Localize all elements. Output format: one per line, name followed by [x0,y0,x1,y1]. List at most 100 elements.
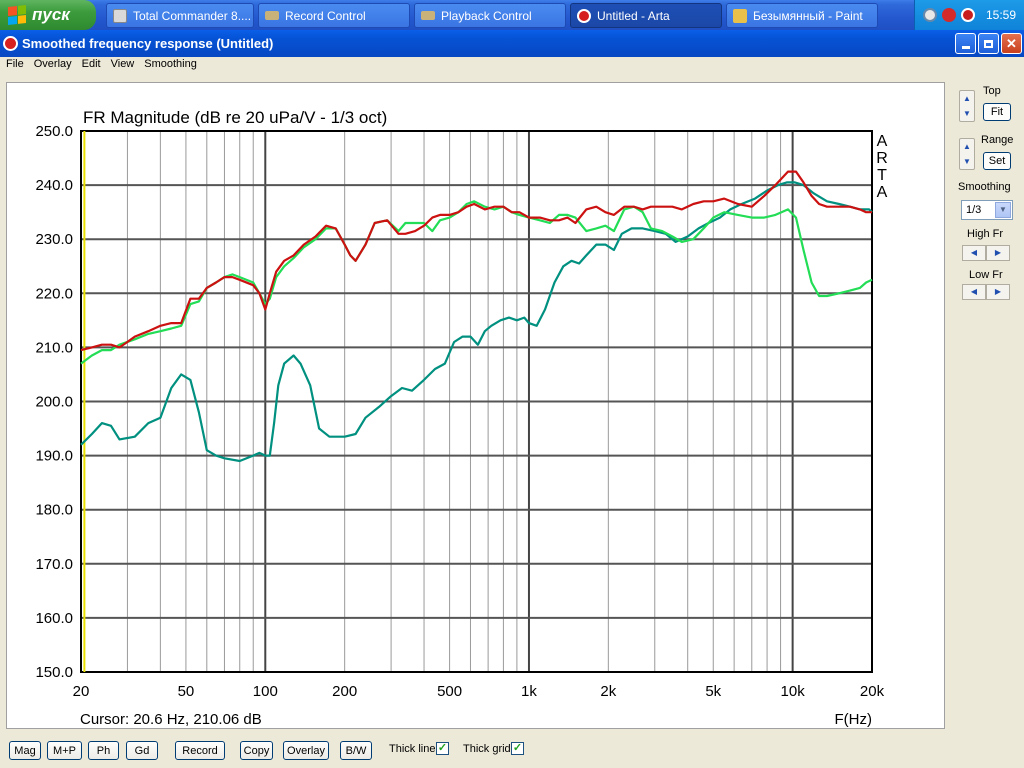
menu-bar: File Overlay Edit View Smoothing [0,57,1024,75]
y-tick-label: 210.0 [35,339,73,356]
minimize-icon [961,46,970,49]
y-tick-label: 170.0 [35,556,73,573]
taskbar-task-playback-control[interactable]: Playback Control [414,3,566,28]
menu-file[interactable]: File [2,57,30,75]
chart-panel[interactable]: 150.0 160.0 170.0 180.0 190.0 200.0 210.0 220.0… [6,82,945,729]
series-line-2 [80,200,873,365]
folder-icon [113,8,127,23]
y-tick-label: 240.0 [35,177,73,194]
arta-app-icon [3,36,18,51]
minimize-button[interactable] [955,33,976,54]
system-tray: 15:59 [914,0,1024,30]
restore-button[interactable] [978,33,999,54]
chart-title: FR Magnitude (dB re 20 uPa/V - 1/3 oct) [83,108,387,127]
antivirus-icon[interactable] [961,8,975,22]
top-spinner[interactable]: ▲ ▼ [959,90,975,122]
y-tick-label: 250.0 [35,123,73,140]
series-line-1 [80,181,873,463]
y-tick-label: 220.0 [35,285,73,302]
taskbar-task-record-control[interactable]: Record Control [258,3,410,28]
network-icon[interactable] [923,8,937,22]
y-tick-label: 200.0 [35,394,73,411]
bottom-toolbar: Mag M+P Ph Gd Record Copy Overlay B/W Th… [0,733,1024,768]
chevron-down-icon: ▼ [995,202,1011,218]
x-tick-label: 500 [437,683,462,700]
group-delay-button[interactable]: Gd [126,741,158,760]
grid-lines [81,130,872,673]
spin-up-icon[interactable]: ▲ [960,91,974,106]
high-fr-arrows[interactable]: ◀ ▶ [962,245,1010,261]
taskbar-task-total-commander[interactable]: Total Commander 8.... [106,3,254,28]
arta-watermark-letter: A [877,133,888,150]
low-fr-label: Low Fr [969,269,1003,281]
x-tick-label: 100 [253,683,278,700]
range-spinner[interactable]: ▲ ▼ [959,138,975,170]
x-tick-label: 2k [600,683,616,700]
start-button[interactable]: пуск [0,0,96,30]
x-tick-label: 20k [860,683,885,700]
fit-button[interactable]: Fit [983,103,1011,121]
shield-icon[interactable] [942,8,956,22]
overlay-button[interactable]: Overlay [283,741,329,760]
arta-watermark-letter: R [876,150,888,167]
copy-button[interactable]: Copy [240,741,273,760]
window-titlebar: Smoothed frequency response (Untitled) [0,30,1024,57]
y-tick-label: 180.0 [35,502,73,519]
arrow-right-icon[interactable]: ▶ [986,284,1010,300]
thick-line-label: Thick line [389,743,436,755]
paint-icon [733,8,747,23]
x-tick-label: 10k [781,683,806,700]
thick-grid-label: Thick grid [463,743,511,755]
taskbar: пуск Total Commander 8.... Record Contro… [0,0,1024,30]
low-fr-arrows[interactable]: ◀ ▶ [962,284,1010,300]
cursor-readout: Cursor: 20.6 Hz, 210.06 dB [80,711,262,728]
x-tick-label: 20 [73,683,90,700]
phase-button[interactable]: Ph [88,741,119,760]
smoothing-label: Smoothing [958,181,1011,193]
task-label: Playback Control [441,8,532,23]
x-tick-label: 5k [705,683,721,700]
mixer-icon [421,11,435,20]
record-button[interactable]: Record [175,741,225,760]
mag-phase-button[interactable]: M+P [47,741,82,760]
y-tick-label: 150.0 [35,664,73,681]
arrow-left-icon[interactable]: ◀ [962,284,986,300]
mag-button[interactable]: Mag [9,741,41,760]
spin-down-icon[interactable]: ▼ [960,106,974,121]
range-label: Range [981,134,1014,146]
set-button[interactable]: Set [983,152,1011,170]
task-label: Untitled - Arta [597,8,670,23]
x-axis-label: F(Hz) [835,711,873,728]
y-tick-label: 230.0 [35,231,73,248]
x-tick-label: 200 [332,683,357,700]
smoothing-value: 1/3 [966,204,982,216]
windows-logo-icon [8,5,26,25]
taskbar-task-paint[interactable]: Безымянный - Paint [726,3,878,28]
y-tick-label: 190.0 [35,448,73,465]
thick-grid-checkbox[interactable]: ✓ [511,742,524,755]
spin-up-icon[interactable]: ▲ [960,139,974,154]
menu-smoothing[interactable]: Smoothing [140,57,203,75]
close-icon: ✕ [1006,35,1017,51]
clock: 15:59 [986,8,1017,22]
close-button[interactable]: ✕ [1001,33,1022,54]
task-label: Безымянный - Paint [753,8,863,23]
right-control-panel: ▲ ▼ Top Fit ▲ ▼ Range Set Smoothing 1/3 ▼ … [950,82,1024,729]
spin-down-icon[interactable]: ▼ [960,154,974,169]
menu-view[interactable]: View [107,57,141,75]
task-label: Record Control [285,8,366,23]
smoothing-select[interactable]: 1/3 ▼ [961,200,1013,220]
arta-icon [577,8,591,23]
arrow-left-icon[interactable]: ◀ [962,245,986,261]
taskbar-task-arta[interactable]: Untitled - Arta [570,3,722,28]
window-title: Smoothed frequency response (Untitled) [22,36,274,51]
frequency-response-chart[interactable]: 150.0 160.0 170.0 180.0 190.0 200.0 210.0 220.0… [7,83,946,730]
arrow-right-icon[interactable]: ▶ [986,245,1010,261]
high-fr-label: High Fr [967,228,1004,240]
top-label: Top [983,85,1001,97]
bw-button[interactable]: B/W [340,741,372,760]
thick-line-checkbox[interactable]: ✓ [436,742,449,755]
menu-overlay[interactable]: Overlay [30,57,78,75]
menu-edit[interactable]: Edit [78,57,107,75]
mixer-icon [265,11,279,20]
